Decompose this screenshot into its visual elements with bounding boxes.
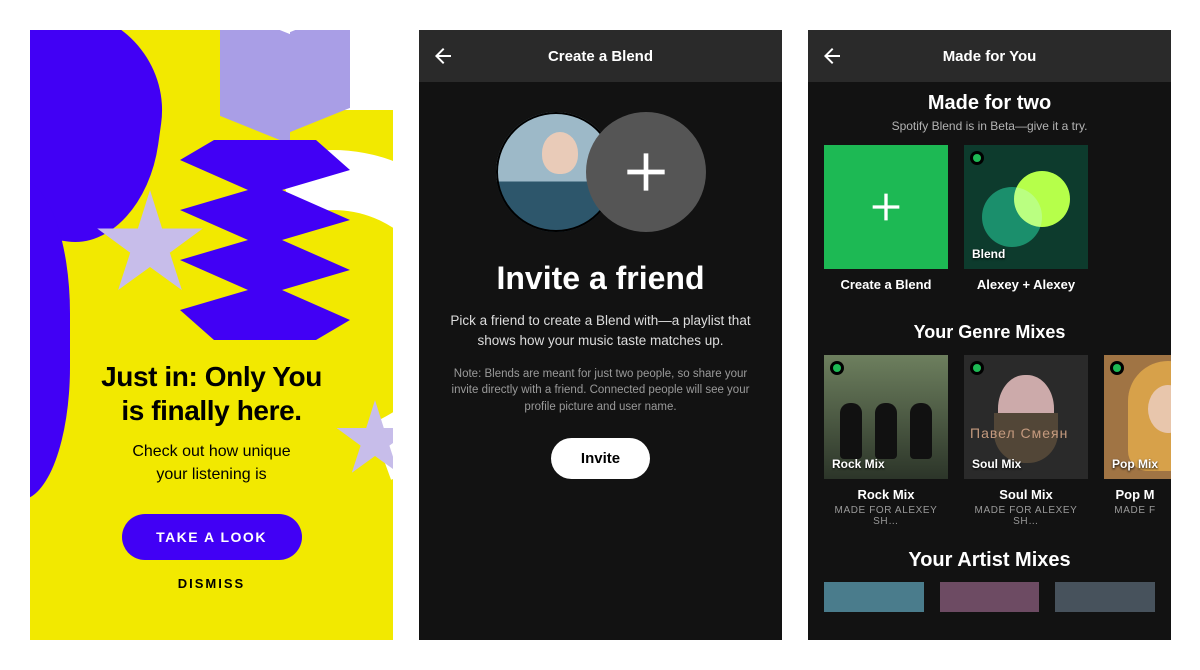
top-bar: Create a Blend — [419, 30, 782, 82]
decorative-text: Павел Смеян — [970, 425, 1068, 441]
tile-overlay-label: Pop Mix — [1112, 457, 1158, 471]
decorative-shape — [290, 30, 350, 132]
genre-mix-tile-rock[interactable]: Rock Mix Rock Mix MADE FOR ALEXEY SH… — [824, 355, 948, 527]
artist-mix-tile[interactable] — [1055, 582, 1155, 612]
decorative-shape — [834, 395, 938, 459]
invite-button[interactable]: Invite — [551, 438, 650, 479]
spotify-badge-icon — [970, 151, 984, 165]
promo-title: Just in: Only You is finally here. — [60, 360, 363, 427]
tile-art: Павел Смеян Soul Mix — [964, 355, 1088, 479]
invite-heading: Invite a friend — [419, 260, 782, 297]
tile-overlay-label: Rock Mix — [832, 457, 885, 471]
artist-mixes-row[interactable] — [808, 572, 1171, 612]
made-for-two-row: Create a Blend Blend Alexey + Alexey — [808, 133, 1171, 292]
tile-overlay-label: Blend — [972, 247, 1005, 261]
tile-art — [824, 145, 948, 269]
artist-mix-tile[interactable] — [940, 582, 1040, 612]
tile-caption: Pop M — [1104, 487, 1166, 502]
genre-mix-tile-pop[interactable]: Pop Mix Pop M MADE F — [1104, 355, 1166, 527]
spotify-badge-icon — [970, 361, 984, 375]
promo-title-line1: Just in: Only You — [101, 361, 322, 392]
top-bar: Made for You — [808, 30, 1171, 82]
tile-art: Blend — [964, 145, 1088, 269]
section-subtitle-made-for-two: Spotify Blend is in Beta—give it a try. — [808, 119, 1171, 133]
section-title-artist-mixes: Your Artist Mixes — [808, 549, 1171, 572]
back-button[interactable] — [431, 44, 455, 68]
invite-note: Note: Blends are meant for just two peop… — [419, 366, 782, 416]
promo-sub-line2: your listening is — [156, 466, 266, 483]
genre-mixes-row[interactable]: Rock Mix Rock Mix MADE FOR ALEXEY SH… Па… — [808, 343, 1171, 527]
only-you-promo-screen: Just in: Only You is finally here. Check… — [30, 30, 393, 640]
promo-subtitle: Check out how unique your listening is — [60, 441, 363, 486]
dismiss-button[interactable]: DISMISS — [60, 576, 363, 591]
avatar-pair — [496, 112, 706, 242]
plus-icon — [866, 187, 906, 227]
page-title: Create a Blend — [548, 48, 653, 65]
tile-art: Pop Mix — [1104, 355, 1171, 479]
invite-body: Pick a friend to create a Blend with—a p… — [419, 311, 782, 352]
arrow-left-icon — [820, 44, 844, 68]
section-title-genre-mixes: Your Genre Mixes — [808, 322, 1171, 343]
decorative-shape — [220, 30, 290, 144]
tile-subcaption: MADE FOR ALEXEY SH… — [824, 505, 948, 527]
tile-art: Rock Mix — [824, 355, 948, 479]
take-a-look-button[interactable]: TAKE A LOOK — [122, 514, 302, 560]
spotify-badge-icon — [830, 361, 844, 375]
genre-mix-tile-soul[interactable]: Павел Смеян Soul Mix Soul Mix MADE FOR A… — [964, 355, 1088, 527]
decorative-shape — [982, 187, 1042, 247]
artist-mix-tile[interactable] — [824, 582, 924, 612]
tile-caption: Create a Blend — [824, 277, 948, 292]
back-button[interactable] — [820, 44, 844, 68]
tile-caption: Soul Mix — [964, 487, 1088, 502]
promo-sub-line1: Check out how unique — [132, 443, 290, 460]
create-blend-tile[interactable]: Create a Blend — [824, 145, 948, 292]
tile-subcaption: MADE F — [1104, 505, 1166, 516]
add-friend-button[interactable] — [586, 112, 706, 232]
tile-caption: Alexey + Alexey — [964, 277, 1088, 292]
made-for-you-screen: Made for You Made for two Spotify Blend … — [808, 30, 1171, 640]
artist-mixes-section: Your Artist Mixes — [808, 549, 1171, 612]
spotify-badge-icon — [1110, 361, 1124, 375]
tile-subcaption: MADE FOR ALEXEY SH… — [964, 505, 1088, 527]
arrow-left-icon — [431, 44, 455, 68]
three-screen-showcase: Just in: Only You is finally here. Check… — [0, 0, 1200, 670]
tile-caption: Rock Mix — [824, 487, 948, 502]
plus-icon — [618, 144, 674, 200]
blend-tile[interactable]: Blend Alexey + Alexey — [964, 145, 1088, 292]
page-title: Made for You — [943, 48, 1037, 65]
promo-title-line2: is finally here. — [121, 395, 301, 426]
genre-mixes-section: Your Genre Mixes Rock Mix Rock Mix MADE … — [808, 322, 1171, 527]
section-title-made-for-two: Made for two — [808, 92, 1171, 115]
tile-overlay-label: Soul Mix — [972, 457, 1021, 471]
promo-copy: Just in: Only You is finally here. Check… — [30, 360, 393, 591]
create-blend-screen: Create a Blend Invite a friend Pick a fr… — [419, 30, 782, 640]
